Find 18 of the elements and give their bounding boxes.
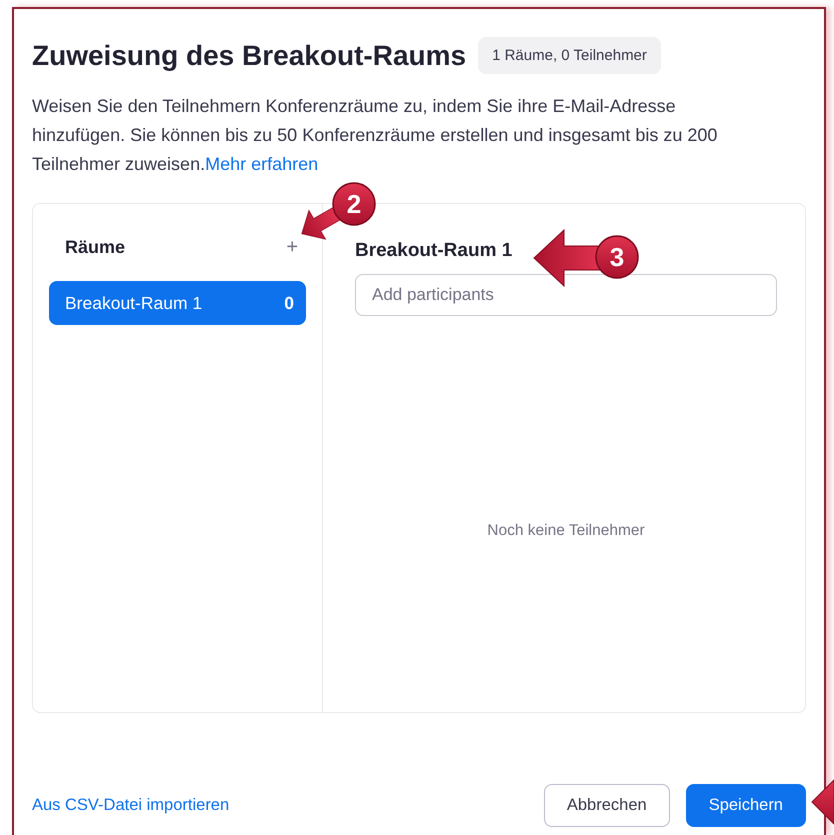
save-button[interactable]: Speichern <box>686 784 806 827</box>
room-title: Breakout-Raum 1 <box>355 240 512 262</box>
rooms-heading: Räume <box>65 237 126 258</box>
summary-badge: 1 Räume, 0 Teilnehmer <box>478 37 661 74</box>
description-text: Weisen Sie den Teilnehmern Konferenzräume zu, indem Sie ihre E-Mail-Adresse hinzufügen. Sie können bis zu 50 Konferenzräume erstellen und insgesamt bis zu 200 Teilnehmer zuweisen.Mehr erfahren <box>32 95 718 176</box>
callout-arrow <box>811 778 834 826</box>
empty-state-text: Noch keine Teilnehmer <box>486 522 646 540</box>
import-csv-link[interactable]: Aus CSV-Datei importieren <box>32 796 230 815</box>
cancel-button[interactable]: Abbrechen <box>544 784 670 827</box>
learn-more-link[interactable]: Mehr erfahren <box>205 154 318 174</box>
add-participants-field[interactable]: Add participants <box>355 274 777 316</box>
room-item[interactable]: Breakout-Raum 1 0 <box>49 281 306 325</box>
dialog-title: Zuweisung des Breakout-Raums <box>32 40 466 72</box>
step-badge: 2 <box>332 182 376 226</box>
callout-arrow <box>533 228 600 288</box>
callout-arrow <box>301 207 340 240</box>
add-room-button[interactable]: + <box>282 236 302 259</box>
step-badge: 3 <box>595 235 639 279</box>
